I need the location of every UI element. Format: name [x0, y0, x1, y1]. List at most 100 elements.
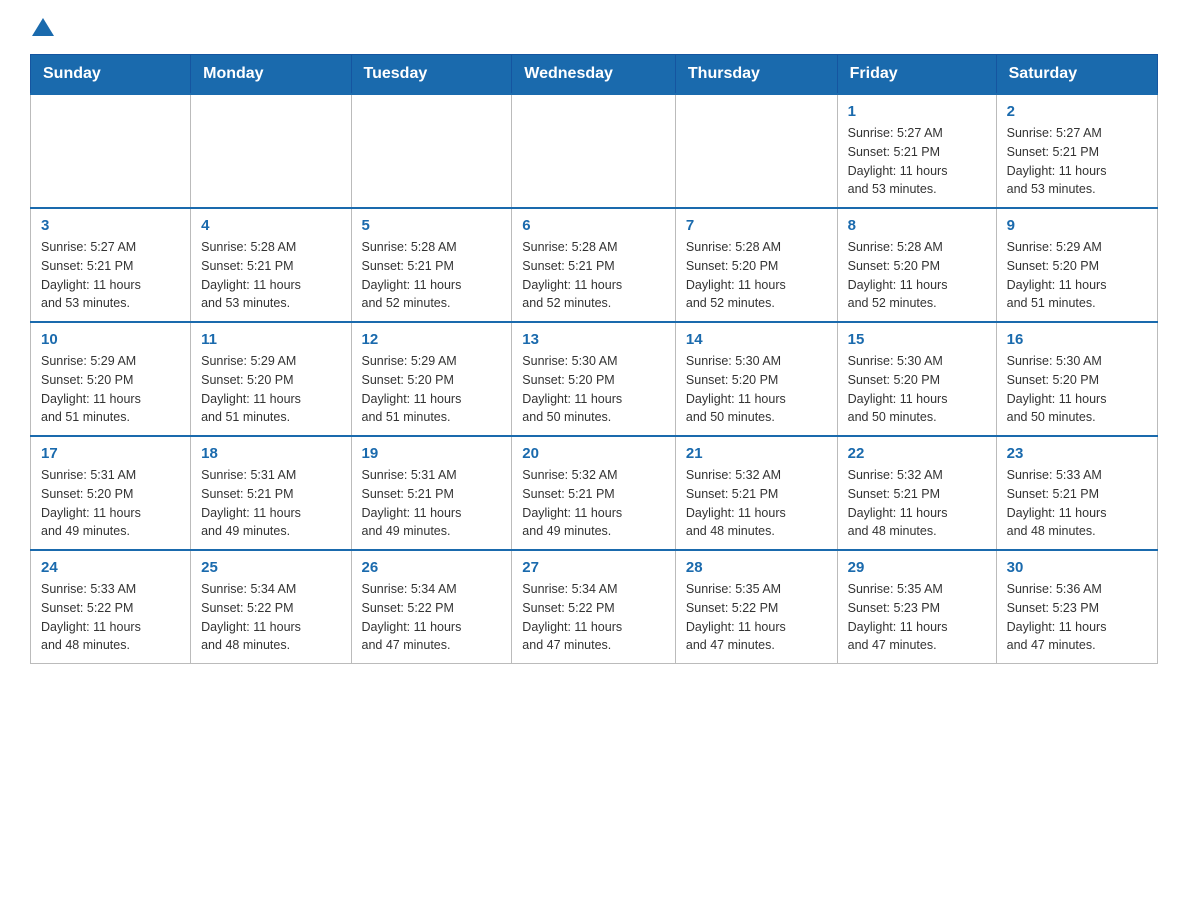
table-row: 22Sunrise: 5:32 AMSunset: 5:21 PMDayligh… — [837, 436, 996, 550]
day-info: Sunrise: 5:28 AMSunset: 5:20 PMDaylight:… — [848, 238, 986, 313]
day-info: Sunrise: 5:27 AMSunset: 5:21 PMDaylight:… — [1007, 124, 1147, 199]
day-info: Sunrise: 5:30 AMSunset: 5:20 PMDaylight:… — [522, 352, 665, 427]
table-row: 13 Sunrise: 5:30 AMSunset: 5:20 PMDayligh… — [512, 322, 676, 436]
day-number: 17 — [41, 445, 180, 462]
day-info: Sunrise: 5:30 AMSunset: 5:20 PMDaylight:… — [848, 352, 986, 427]
week-row-5: 24 Sunrise: 5:33 AMSunset: 5:22 PMDayligh… — [31, 550, 1158, 664]
table-row: 20 Sunrise: 5:32 AMSunset: 5:21 PMDayligh… — [512, 436, 676, 550]
table-row: 7Sunrise: 5:28 AMSunset: 5:20 PMDaylight… — [675, 208, 837, 322]
day-number: 21 — [686, 445, 827, 462]
day-number: 12 — [362, 331, 502, 348]
day-number: 6 — [522, 217, 665, 234]
day-number: 18 — [201, 445, 340, 462]
day-info: Sunrise: 5:36 AMSunset: 5:23 PMDaylight:… — [1007, 580, 1147, 655]
day-info: Sunrise: 5:27 AMSunset: 5:21 PMDaylight:… — [41, 238, 180, 313]
day-number: 5 — [362, 217, 502, 234]
day-number: 25 — [201, 559, 340, 576]
logo — [30, 20, 54, 34]
day-number: 26 — [362, 559, 502, 576]
day-number: 11 — [201, 331, 340, 348]
header-friday: Friday — [837, 55, 996, 95]
day-number: 9 — [1007, 217, 1147, 234]
table-row: 4 Sunrise: 5:28 AMSunset: 5:21 PMDaylight… — [191, 208, 351, 322]
weekday-header-row: Sunday Monday Tuesday Wednesday Thursday… — [31, 55, 1158, 95]
day-number: 13 — [522, 331, 665, 348]
day-info: Sunrise: 5:33 AMSunset: 5:21 PMDaylight:… — [1007, 466, 1147, 541]
day-number: 22 — [848, 445, 986, 462]
day-number: 27 — [522, 559, 665, 576]
day-info: Sunrise: 5:35 AMSunset: 5:22 PMDaylight:… — [686, 580, 827, 655]
day-info: Sunrise: 5:31 AMSunset: 5:20 PMDaylight:… — [41, 466, 180, 541]
day-info: Sunrise: 5:28 AMSunset: 5:21 PMDaylight:… — [201, 238, 340, 313]
day-number: 23 — [1007, 445, 1147, 462]
header-thursday: Thursday — [675, 55, 837, 95]
day-number: 28 — [686, 559, 827, 576]
table-row — [191, 94, 351, 208]
day-number: 10 — [41, 331, 180, 348]
day-info: Sunrise: 5:31 AMSunset: 5:21 PMDaylight:… — [362, 466, 502, 541]
day-number: 20 — [522, 445, 665, 462]
table-row: 30 Sunrise: 5:36 AMSunset: 5:23 PMDayligh… — [996, 550, 1157, 664]
table-row: 25 Sunrise: 5:34 AMSunset: 5:22 PMDayligh… — [191, 550, 351, 664]
day-info: Sunrise: 5:34 AMSunset: 5:22 PMDaylight:… — [362, 580, 502, 655]
table-row — [675, 94, 837, 208]
day-info: Sunrise: 5:30 AMSunset: 5:20 PMDaylight:… — [686, 352, 827, 427]
header-saturday: Saturday — [996, 55, 1157, 95]
table-row: 26 Sunrise: 5:34 AMSunset: 5:22 PMDayligh… — [351, 550, 512, 664]
table-row: 27 Sunrise: 5:34 AMSunset: 5:22 PMDayligh… — [512, 550, 676, 664]
day-info: Sunrise: 5:34 AMSunset: 5:22 PMDaylight:… — [522, 580, 665, 655]
table-row: 3 Sunrise: 5:27 AMSunset: 5:21 PMDaylight… — [31, 208, 191, 322]
header-sunday: Sunday — [31, 55, 191, 95]
day-info: Sunrise: 5:29 AMSunset: 5:20 PMDaylight:… — [41, 352, 180, 427]
day-number: 16 — [1007, 331, 1147, 348]
table-row — [351, 94, 512, 208]
week-row-2: 3 Sunrise: 5:27 AMSunset: 5:21 PMDaylight… — [31, 208, 1158, 322]
day-number: 30 — [1007, 559, 1147, 576]
table-row — [31, 94, 191, 208]
day-info: Sunrise: 5:32 AMSunset: 5:21 PMDaylight:… — [522, 466, 665, 541]
table-row: 15Sunrise: 5:30 AMSunset: 5:20 PMDayligh… — [837, 322, 996, 436]
table-row: 1 Sunrise: 5:27 AMSunset: 5:21 PMDaylight… — [837, 94, 996, 208]
day-number: 19 — [362, 445, 502, 462]
table-row: 9 Sunrise: 5:29 AMSunset: 5:20 PMDaylight… — [996, 208, 1157, 322]
day-info: Sunrise: 5:28 AMSunset: 5:20 PMDaylight:… — [686, 238, 827, 313]
header-tuesday: Tuesday — [351, 55, 512, 95]
table-row: 16 Sunrise: 5:30 AMSunset: 5:20 PMDayligh… — [996, 322, 1157, 436]
header-monday: Monday — [191, 55, 351, 95]
day-number: 3 — [41, 217, 180, 234]
table-row: 11 Sunrise: 5:29 AMSunset: 5:20 PMDayligh… — [191, 322, 351, 436]
day-info: Sunrise: 5:27 AMSunset: 5:21 PMDaylight:… — [848, 124, 986, 199]
day-info: Sunrise: 5:30 AMSunset: 5:20 PMDaylight:… — [1007, 352, 1147, 427]
table-row: 23 Sunrise: 5:33 AMSunset: 5:21 PMDayligh… — [996, 436, 1157, 550]
day-number: 2 — [1007, 103, 1147, 120]
day-info: Sunrise: 5:31 AMSunset: 5:21 PMDaylight:… — [201, 466, 340, 541]
page-header — [30, 20, 1158, 34]
table-row: 21 Sunrise: 5:32 AMSunset: 5:21 PMDayligh… — [675, 436, 837, 550]
table-row: 24 Sunrise: 5:33 AMSunset: 5:22 PMDayligh… — [31, 550, 191, 664]
day-info: Sunrise: 5:29 AMSunset: 5:20 PMDaylight:… — [201, 352, 340, 427]
day-number: 4 — [201, 217, 340, 234]
table-row: 28 Sunrise: 5:35 AMSunset: 5:22 PMDayligh… — [675, 550, 837, 664]
day-info: Sunrise: 5:34 AMSunset: 5:22 PMDaylight:… — [201, 580, 340, 655]
day-info: Sunrise: 5:29 AMSunset: 5:20 PMDaylight:… — [1007, 238, 1147, 313]
week-row-4: 17 Sunrise: 5:31 AMSunset: 5:20 PMDayligh… — [31, 436, 1158, 550]
day-info: Sunrise: 5:32 AMSunset: 5:21 PMDaylight:… — [686, 466, 827, 541]
day-info: Sunrise: 5:28 AMSunset: 5:21 PMDaylight:… — [362, 238, 502, 313]
day-info: Sunrise: 5:35 AMSunset: 5:23 PMDaylight:… — [848, 580, 986, 655]
week-row-1: 1 Sunrise: 5:27 AMSunset: 5:21 PMDaylight… — [31, 94, 1158, 208]
day-number: 8 — [848, 217, 986, 234]
logo-arrow-icon — [32, 16, 54, 38]
header-wednesday: Wednesday — [512, 55, 676, 95]
calendar-table: Sunday Monday Tuesday Wednesday Thursday… — [30, 54, 1158, 664]
table-row: 8 Sunrise: 5:28 AMSunset: 5:20 PMDaylight… — [837, 208, 996, 322]
day-number: 14 — [686, 331, 827, 348]
table-row: 2 Sunrise: 5:27 AMSunset: 5:21 PMDaylight… — [996, 94, 1157, 208]
day-info: Sunrise: 5:33 AMSunset: 5:22 PMDaylight:… — [41, 580, 180, 655]
day-number: 24 — [41, 559, 180, 576]
table-row: 18 Sunrise: 5:31 AMSunset: 5:21 PMDayligh… — [191, 436, 351, 550]
day-number: 1 — [848, 103, 986, 120]
table-row: 17 Sunrise: 5:31 AMSunset: 5:20 PMDayligh… — [31, 436, 191, 550]
week-row-3: 10 Sunrise: 5:29 AMSunset: 5:20 PMDayligh… — [31, 322, 1158, 436]
table-row: 10 Sunrise: 5:29 AMSunset: 5:20 PMDayligh… — [31, 322, 191, 436]
day-info: Sunrise: 5:29 AMSunset: 5:20 PMDaylight:… — [362, 352, 502, 427]
